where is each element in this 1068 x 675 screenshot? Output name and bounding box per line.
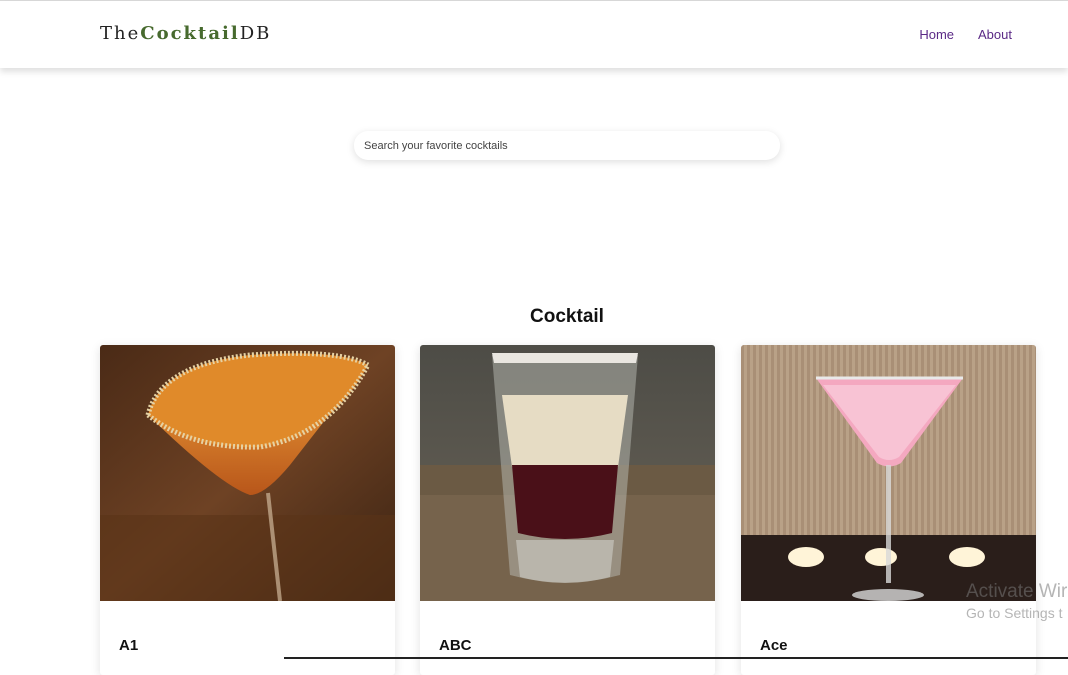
search-input[interactable] (354, 131, 780, 160)
cocktail-name: Ace (760, 637, 788, 654)
section-title: Cocktail (530, 306, 604, 327)
logo-prefix: The (100, 23, 141, 44)
site-logo[interactable]: TheCocktailDB (100, 23, 271, 44)
logo-suffix: DB (239, 23, 272, 44)
nav-links: Home About (919, 27, 1012, 42)
logo-accent: Cocktail (140, 23, 240, 44)
pink-martini-image (741, 345, 1036, 601)
cocktail-image[interactable] (741, 345, 1036, 601)
orange-martini-image (100, 345, 395, 601)
cocktail-name: ABC (439, 637, 472, 654)
cocktail-name: A1 (119, 637, 139, 654)
os-activation-watermark: Activate Wir Go to Settings t (966, 581, 1067, 621)
cocktail-card-ace[interactable]: Ace (741, 345, 1036, 675)
watermark-line-2: Go to Settings t (966, 605, 1063, 621)
layered-shot-image (420, 345, 715, 601)
nav-home-link[interactable]: Home (919, 27, 954, 42)
cocktail-image[interactable] (100, 345, 395, 601)
nav-about-link[interactable]: About (978, 27, 1012, 42)
cocktail-card-abc[interactable]: ABC (420, 345, 715, 675)
search-container (354, 131, 780, 160)
cocktail-card-a1[interactable]: A1 (100, 345, 395, 675)
watermark-line-1: Activate Wir (966, 581, 1068, 602)
cocktail-image[interactable] (420, 345, 715, 601)
navbar: TheCocktailDB Home About (0, 1, 1068, 68)
